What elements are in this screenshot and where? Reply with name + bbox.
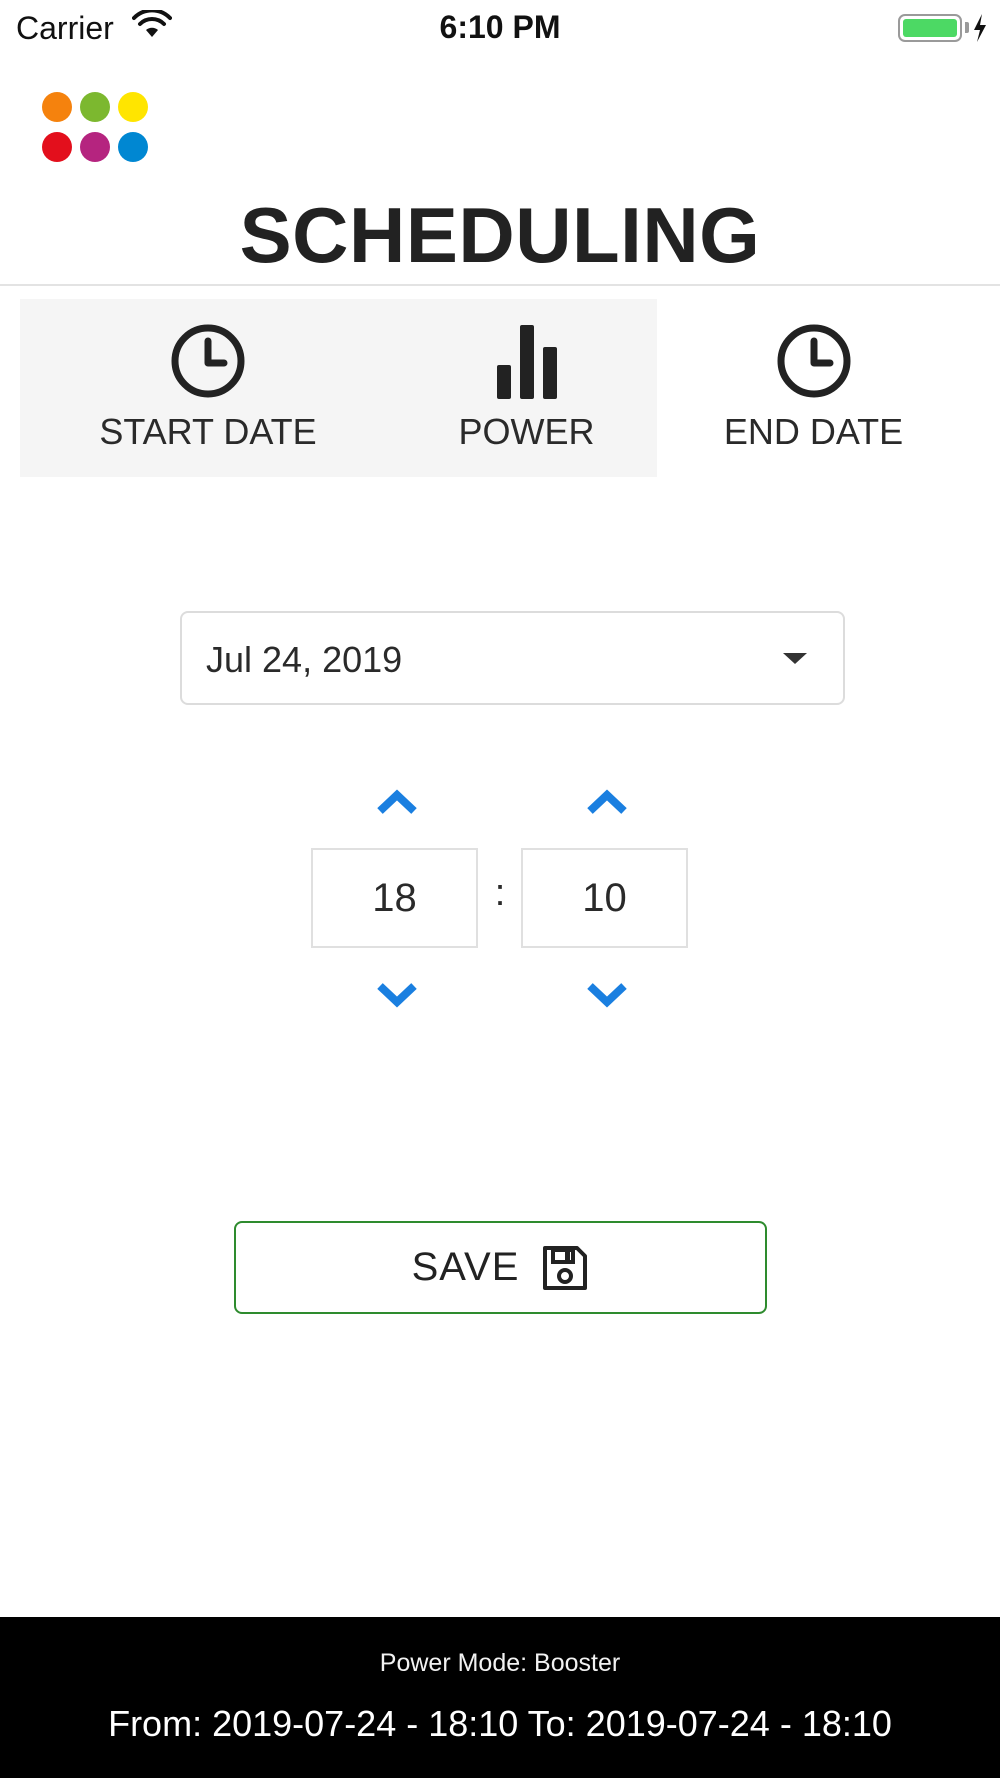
floppy-disk-icon bbox=[543, 1245, 588, 1290]
tab-group: START DATE POWER bbox=[20, 299, 657, 477]
charging-bolt-icon bbox=[974, 14, 986, 42]
tab-bar: START DATE POWER END DATE bbox=[20, 299, 970, 477]
app-logo bbox=[42, 92, 152, 166]
logo-dot bbox=[118, 92, 148, 122]
logo-dot bbox=[80, 92, 110, 122]
schedule-range-label: From: 2019-07-24 - 18:10 To: 2019-07-24 … bbox=[108, 1703, 892, 1744]
date-select[interactable]: Jul 24, 2019 bbox=[180, 611, 845, 705]
page-title: SCHEDULING bbox=[239, 191, 761, 279]
title-divider bbox=[0, 284, 1000, 286]
clock-icon bbox=[171, 324, 245, 398]
tab-end-date[interactable]: END DATE bbox=[657, 299, 970, 477]
hours-increment-button[interactable] bbox=[374, 787, 420, 817]
tab-power[interactable]: POWER bbox=[396, 299, 657, 477]
tab-label: END DATE bbox=[723, 411, 904, 452]
tab-label: START DATE bbox=[99, 411, 317, 452]
status-bar: Carrier 6:10 PM bbox=[0, 0, 1000, 56]
minutes-input[interactable]: 10 bbox=[521, 848, 688, 948]
hours-decrement-button[interactable] bbox=[374, 980, 420, 1010]
footer: Power Mode: Booster From: 2019-07-24 - 1… bbox=[0, 1617, 1000, 1778]
save-label: SAVE bbox=[411, 1245, 520, 1289]
time-separator: : bbox=[494, 872, 506, 914]
bar-chart-icon bbox=[496, 325, 557, 399]
caret-down-icon bbox=[783, 653, 807, 664]
tab-start-date[interactable]: START DATE bbox=[20, 299, 396, 477]
save-button[interactable]: SAVE bbox=[234, 1221, 767, 1314]
power-mode-label: Power Mode: Booster bbox=[379, 1649, 621, 1677]
logo-dot bbox=[42, 92, 72, 122]
minutes-decrement-button[interactable] bbox=[584, 980, 630, 1010]
minutes-increment-button[interactable] bbox=[584, 787, 630, 817]
battery-tip bbox=[965, 22, 969, 33]
date-value: Jul 24, 2019 bbox=[206, 639, 403, 680]
tab-label: POWER bbox=[458, 411, 595, 452]
logo-dot bbox=[118, 132, 148, 162]
logo-dot bbox=[42, 132, 72, 162]
battery-icon bbox=[898, 14, 962, 42]
hours-input[interactable]: 18 bbox=[311, 848, 478, 948]
clock-icon bbox=[777, 324, 850, 398]
logo-dot bbox=[80, 132, 110, 162]
status-time: 6:10 PM bbox=[439, 9, 561, 45]
